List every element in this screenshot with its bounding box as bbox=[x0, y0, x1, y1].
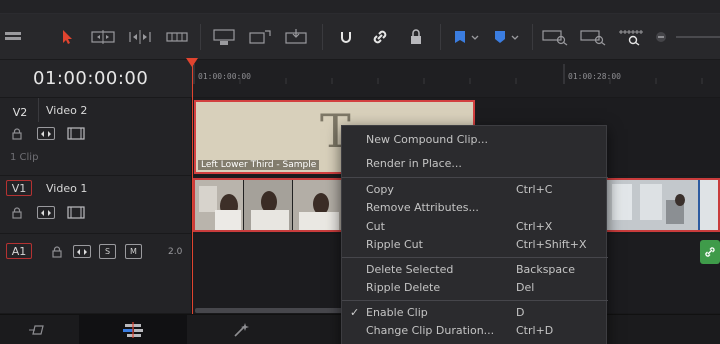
solo-button[interactable]: S bbox=[99, 244, 116, 259]
ruler-label: 01:00:28:00 bbox=[568, 72, 621, 81]
track-lock-icon[interactable] bbox=[10, 206, 24, 220]
disable-track-icon[interactable] bbox=[67, 206, 85, 219]
menu-item-shortcut: Ctrl+Shift+X bbox=[516, 238, 587, 251]
menu-item-remove-attributes[interactable]: Remove Attributes... bbox=[342, 199, 608, 217]
track-tag-v2[interactable]: V2 bbox=[6, 104, 34, 120]
audio-channel-format: 2.0 bbox=[168, 247, 183, 257]
playhead[interactable] bbox=[192, 60, 193, 314]
menu-separator bbox=[342, 300, 608, 301]
menu-item-label: Change Clip Duration... bbox=[366, 324, 495, 337]
header-divider bbox=[38, 98, 39, 122]
menu-item-shortcut: Ctrl+C bbox=[516, 183, 553, 196]
menu-item-change-clip-duration[interactable]: Change Clip Duration... Ctrl+D bbox=[342, 322, 608, 340]
menu-item-delete-selected[interactable]: Delete Selected Backspace bbox=[342, 261, 608, 279]
menu-item-label: Delete Selected bbox=[366, 263, 454, 276]
menu-item-label: Ripple Cut bbox=[366, 238, 423, 251]
clip-context-menu: New Compound Clip... Render in Place... … bbox=[341, 125, 608, 344]
menu-item-shortcut: D bbox=[516, 306, 525, 319]
blade-tool-icon[interactable] bbox=[164, 24, 190, 50]
toolbar-divider bbox=[322, 24, 323, 50]
marker-icon[interactable] bbox=[490, 24, 524, 50]
checkmark-icon: ✓ bbox=[350, 306, 360, 319]
menu-separator bbox=[342, 177, 608, 178]
top-strip bbox=[0, 0, 720, 14]
track-lock-icon[interactable] bbox=[10, 127, 24, 141]
menu-item-new-compound-clip[interactable]: New Compound Clip... bbox=[342, 131, 608, 149]
linked-clip-badge bbox=[700, 240, 720, 264]
menu-item-label: Copy bbox=[366, 183, 394, 196]
dynamic-trim-icon[interactable] bbox=[126, 24, 154, 50]
playhead-handle[interactable] bbox=[186, 58, 198, 67]
timecode-display[interactable]: 01:00:00:00 bbox=[33, 68, 148, 89]
video-clip[interactable] bbox=[193, 178, 343, 232]
menu-item-enable-clip[interactable]: ✓ Enable Clip D bbox=[342, 304, 608, 322]
insert-clip-icon[interactable] bbox=[210, 24, 238, 50]
menu-item-shortcut: Ctrl+D bbox=[516, 324, 554, 337]
menu-item-label: Remove Attributes... bbox=[366, 201, 479, 214]
menu-item-ripple-delete[interactable]: Ripple Delete Del bbox=[342, 279, 608, 297]
zoom-detail-icon[interactable] bbox=[578, 24, 608, 50]
menu-item-label: Ripple Delete bbox=[366, 281, 441, 294]
position-lock-icon[interactable] bbox=[404, 24, 428, 50]
track-header-a1: A1 S M 2.0 bbox=[0, 234, 192, 314]
track-header-v2: V2 Video 2 1 Clip bbox=[0, 98, 192, 176]
menu-item-shortcut: Ctrl+X bbox=[516, 220, 553, 233]
ruler-label: 01:00:00:00 bbox=[198, 72, 251, 81]
auto-select-icon[interactable] bbox=[37, 206, 55, 219]
menu-item-shortcut: Backspace bbox=[516, 263, 575, 276]
track-tag-a1[interactable]: A1 bbox=[6, 243, 32, 259]
zoom-out-icon[interactable] bbox=[654, 24, 668, 50]
clip-thumbnails bbox=[606, 180, 718, 230]
zoom-custom-icon[interactable] bbox=[616, 24, 646, 50]
replace-clip-icon[interactable] bbox=[282, 24, 310, 50]
track-lock-icon[interactable] bbox=[50, 245, 64, 259]
disable-track-icon[interactable] bbox=[67, 127, 85, 140]
zoom-full-icon[interactable] bbox=[540, 24, 570, 50]
timeline-scrollbar[interactable] bbox=[195, 308, 343, 313]
menu-item-label: New Compound Clip... bbox=[366, 133, 489, 146]
video-clip[interactable] bbox=[604, 178, 720, 232]
menu-item-label: Cut bbox=[366, 220, 385, 233]
timeline-ruler[interactable]: 01:00:00:00 01:00:28:00 bbox=[192, 60, 720, 98]
flag-icon[interactable] bbox=[450, 24, 484, 50]
fusion-page-icon[interactable] bbox=[188, 315, 296, 344]
menu-item-copy[interactable]: Copy Ctrl+C bbox=[342, 181, 608, 199]
auto-select-icon[interactable] bbox=[73, 245, 91, 258]
cut-page-icon[interactable] bbox=[0, 315, 78, 344]
toolbar-divider bbox=[440, 24, 441, 50]
menu-item-cut[interactable]: Cut Ctrl+X bbox=[342, 218, 608, 236]
menu-item-label: Enable Clip bbox=[366, 306, 428, 319]
trim-tool-icon[interactable] bbox=[88, 24, 118, 50]
snapping-icon[interactable] bbox=[334, 24, 358, 50]
timecode-panel: 01:00:00:00 bbox=[0, 60, 192, 98]
overwrite-clip-icon[interactable] bbox=[246, 24, 274, 50]
track-header-v1: V1 Video 1 bbox=[0, 176, 192, 234]
auto-select-icon[interactable] bbox=[37, 127, 55, 140]
clip-thumbnails bbox=[195, 180, 341, 230]
menu-item-shortcut: Del bbox=[516, 281, 535, 294]
toolbar-divider bbox=[532, 24, 533, 50]
timeline-toolbar bbox=[0, 14, 720, 60]
clip-name: Left Lower Third - Sample bbox=[198, 160, 320, 170]
linked-selection-icon[interactable] bbox=[368, 24, 392, 50]
menu-separator bbox=[342, 257, 608, 258]
menu-item-ripple-cut[interactable]: Ripple Cut Ctrl+Shift+X bbox=[342, 236, 608, 254]
mute-button[interactable]: M bbox=[125, 244, 142, 259]
toolbar-divider bbox=[200, 24, 201, 50]
ruler-ticks bbox=[193, 64, 703, 84]
track-name-v2[interactable]: Video 2 bbox=[46, 104, 87, 117]
timeline-view-options-icon[interactable] bbox=[2, 24, 24, 50]
edit-page-icon[interactable] bbox=[79, 315, 187, 344]
track-tag-v1[interactable]: V1 bbox=[6, 180, 32, 196]
selection-tool-icon[interactable] bbox=[56, 24, 78, 50]
track-name-v1[interactable]: Video 1 bbox=[46, 182, 87, 195]
menu-item-label: Render in Place... bbox=[366, 157, 462, 170]
zoom-slider[interactable] bbox=[676, 24, 720, 50]
track-clip-count: 1 Clip bbox=[10, 152, 39, 163]
menu-item-render-in-place[interactable]: Render in Place... bbox=[342, 155, 608, 173]
